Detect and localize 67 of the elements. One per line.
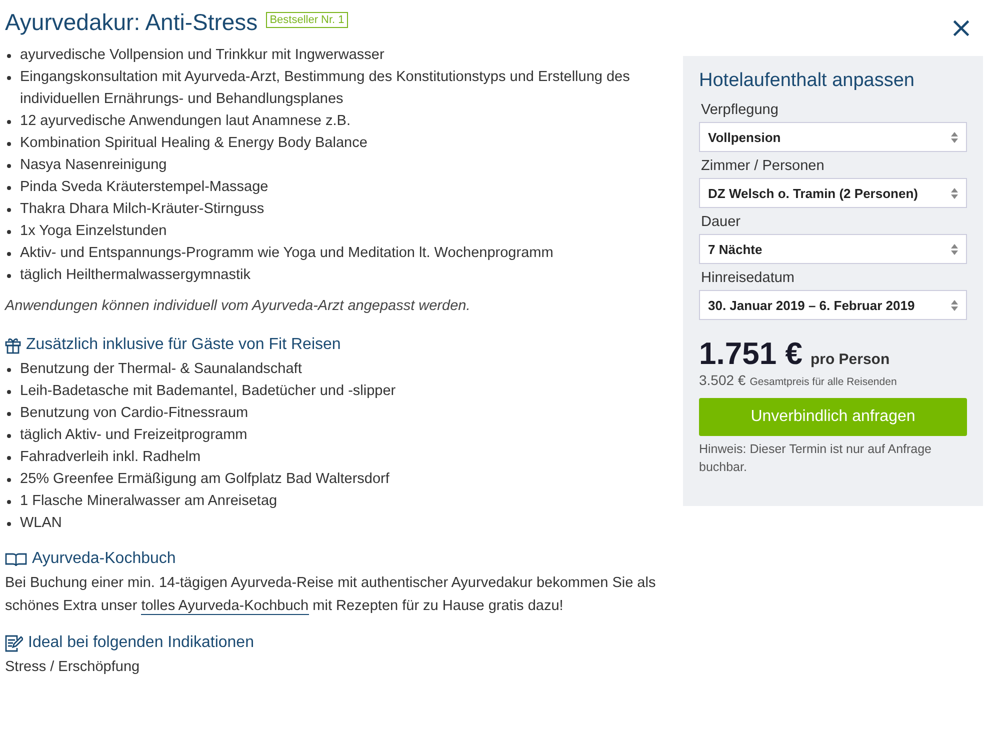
- section-heading: Zusätzlich inklusive für Gäste von Fit Reisen: [26, 336, 341, 354]
- sort-arrows-icon: [951, 244, 958, 254]
- feature-item: Aktiv- und Entspannungs-Programm wie Yoga und Meditation lt. Wochenprogramm: [20, 244, 554, 263]
- select-field[interactable]: Vollpension: [699, 122, 967, 152]
- field-label: Hinreisedatum: [701, 270, 796, 286]
- feature-item: täglich Heilthermalwassergymnastik: [20, 266, 250, 285]
- inclusive-item: WLAN: [20, 514, 62, 533]
- gift-icon: [5, 336, 21, 354]
- hint-text: Hinweis: Dieser Termin ist nur auf Anfrage buchbar.: [699, 441, 933, 476]
- edit-icon: [5, 634, 23, 652]
- bullet-icon: [7, 120, 11, 124]
- field-label: Verpflegung: [701, 102, 780, 118]
- total-label: Gesamtpreis für alle Reisenden: [750, 376, 897, 388]
- section-heading: Ayurveda-Kochbuch: [32, 550, 176, 568]
- book-icon: [5, 552, 27, 566]
- bullet-icon: [7, 252, 11, 256]
- feature-item: Thakra Dhara Milch-Kräuter-Stirnguss: [20, 200, 264, 219]
- close-button[interactable]: ×: [950, 14, 973, 42]
- select-field[interactable]: 30. Januar 2019 – 6. Februar 2019: [699, 290, 967, 320]
- feature-item: Nasya Nasenreinigung: [20, 156, 167, 175]
- sort-arrows-icon: [951, 188, 958, 198]
- feature-item: 12 ayurvedische Anwendungen laut Anamnese z.B.: [20, 112, 351, 131]
- sort-arrows-icon: [951, 300, 958, 310]
- note-text: Anwendungen können individuell vom Ayurveda-Arzt angepasst werden.: [5, 298, 472, 314]
- indication-text: Stress / Erschöpfung: [5, 658, 141, 677]
- inclusive-item: Benutzung von Cardio-Fitnessraum: [20, 404, 248, 423]
- page-title: Ayurvedakur: Anti-Stress: [5, 8, 258, 36]
- sort-arrows-icon: [951, 132, 958, 142]
- price: 1.751 €: [699, 336, 802, 372]
- inclusive-item: 25% Greenfee Ermäßigung am Golfplatz Bad Waltersdorf: [20, 470, 390, 489]
- bullet-icon: [7, 230, 11, 234]
- bullet-icon: [7, 76, 11, 80]
- bullet-icon: [7, 500, 11, 504]
- field-label: Zimmer / Personen: [701, 158, 826, 174]
- feature-item: Eingangskonsultation mit Ayurveda-Arzt, Bestimmung des Konstitutionstyps und Erstellung des individuellen Ernährungs- und Behandlungsplanes: [20, 68, 631, 109]
- feature-item: Pinda Sveda Kräuterstempel-Massage: [20, 178, 268, 197]
- inclusive-item: 1 Flasche Mineralwasser am Anreisetag: [20, 492, 278, 511]
- inclusive-item: täglich Aktiv- und Freizeitprogramm: [20, 426, 248, 445]
- bullet-icon: [7, 412, 11, 416]
- bullet-icon: [7, 434, 11, 438]
- cookbook-link[interactable]: tolles Ayurveda-Kochbuch: [141, 598, 309, 615]
- bullet-icon: [7, 368, 11, 372]
- bestseller-badge: Bestseller Nr. 1: [266, 12, 348, 28]
- field-label: Dauer: [701, 214, 742, 230]
- bullet-icon: [7, 164, 11, 168]
- price-unit: pro Person: [810, 351, 890, 368]
- cookbook-paragraph: Bei Buchung einer min. 14-tägigen Ayurveda-Reise mit authentischer Ayurvedakur bekommen Sie als schönes Extra unser tolles Ayurveda-Kochbuch mit Rezepten für zu Hause gratis dazu!: [5, 574, 657, 617]
- feature-item: 1x Yoga Einzelstunden: [20, 222, 167, 241]
- panel-title: Hotelaufenthalt anpassen: [699, 70, 916, 92]
- bullet-icon: [7, 478, 11, 482]
- select-field[interactable]: 7 Nächte: [699, 234, 967, 264]
- bullet-icon: [7, 456, 11, 460]
- bullet-icon: [7, 54, 11, 58]
- feature-item: Kombination Spiritual Healing & Energy Body Balance: [20, 134, 368, 153]
- inclusive-item: Leih-Badetasche mit Bademantel, Badetücher und -slipper: [20, 382, 396, 401]
- total-price: 3.502 €: [699, 372, 746, 388]
- section-heading: Ideal bei folgenden Indikationen: [28, 634, 254, 652]
- bullet-icon: [7, 522, 11, 526]
- feature-item: ayurvedische Vollpension und Trinkkur mit Ingwerwasser: [20, 46, 384, 65]
- inclusive-item: Fahradverleih inkl. Radhelm: [20, 448, 201, 467]
- bullet-icon: [7, 208, 11, 212]
- bullet-icon: [7, 142, 11, 146]
- bullet-icon: [7, 390, 11, 394]
- select-field[interactable]: DZ Welsch o. Tramin (2 Personen): [699, 178, 967, 208]
- inclusive-item: Benutzung der Thermal- & Saunalandschaft: [20, 360, 302, 379]
- bullet-icon: [7, 186, 11, 190]
- bullet-icon: [7, 274, 11, 278]
